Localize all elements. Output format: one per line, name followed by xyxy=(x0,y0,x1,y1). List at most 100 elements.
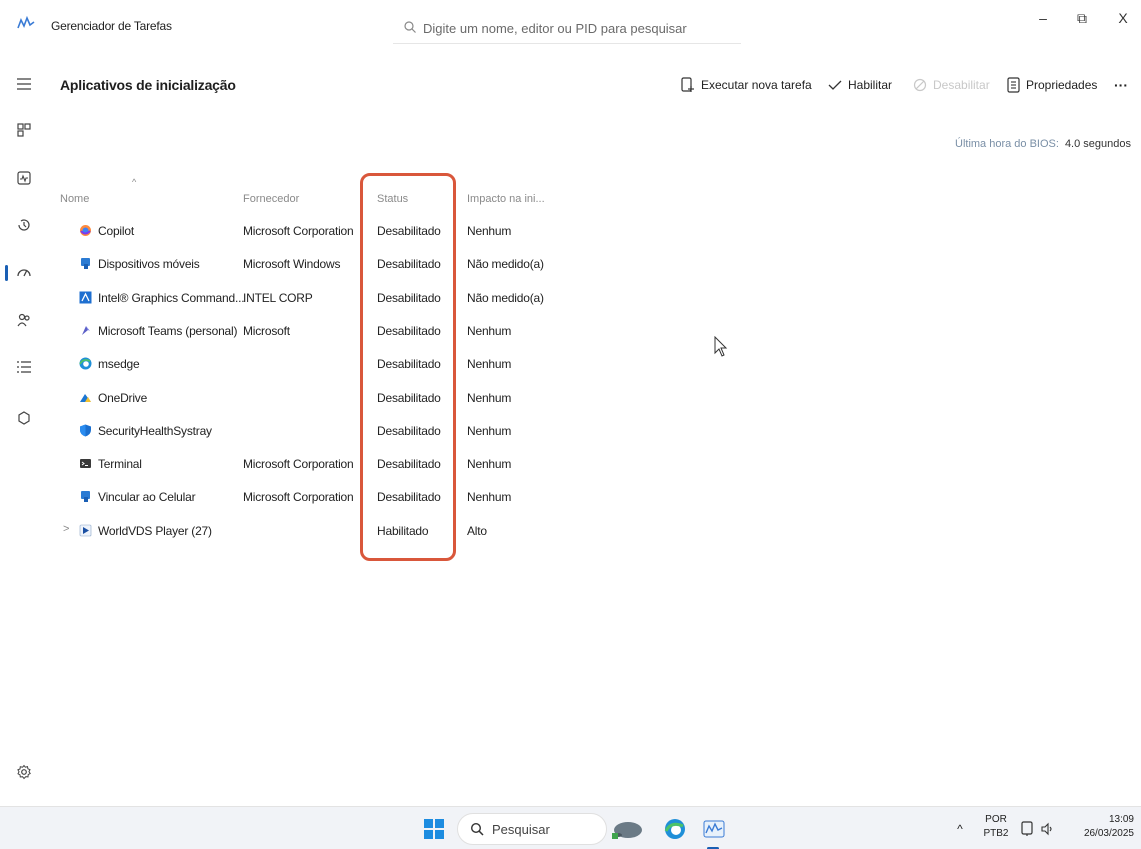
app-name: Copilot xyxy=(98,224,134,238)
close-button[interactable]: X xyxy=(1103,6,1141,30)
app-name: SecurityHealthSystray xyxy=(98,423,212,438)
hamburger-icon xyxy=(17,78,31,90)
taskbar: Pesquisar ^ POR PTB2 13:09 26/03/2025 xyxy=(0,806,1141,849)
app-startup-impact: Nenhum xyxy=(467,423,512,438)
teams-icon xyxy=(79,324,92,337)
table-row[interactable]: msedge Desabilitado Nenhum xyxy=(48,348,568,381)
column-header-impact[interactable]: Impacto na ini... xyxy=(467,193,545,205)
table-row[interactable]: Microsoft Teams (personal) Microsoft Desab… xyxy=(48,315,568,348)
app-publisher: INTEL CORP xyxy=(243,290,313,305)
search-icon xyxy=(470,822,484,836)
table-row[interactable]: Terminal Microsoft Corporation Desabilitad… xyxy=(48,448,568,481)
disable-button[interactable]: Desabilitar xyxy=(913,72,990,98)
edge-taskbar-button[interactable] xyxy=(660,814,690,844)
table-row[interactable]: Copilot Microsoft Corporation Desabilitado… xyxy=(48,215,568,248)
app-startup-impact: Nenhum xyxy=(467,357,512,372)
app-name: Vincular ao Celular xyxy=(98,490,196,505)
expand-chevron-icon[interactable]: > xyxy=(63,523,69,535)
minimize-button[interactable]: – xyxy=(1023,6,1063,30)
disable-circle-icon xyxy=(913,78,927,92)
run-new-task-button[interactable]: Executar nova tarefa xyxy=(681,72,812,98)
app-startup-impact: Não medido(a) xyxy=(467,290,544,305)
process-search-box[interactable] xyxy=(393,12,741,44)
app-name: Dispositivos móveis xyxy=(98,257,200,272)
app-name: Terminal xyxy=(98,457,142,472)
table-row[interactable]: Intel® Graphics Command... INTEL CORP Desa… xyxy=(48,282,568,315)
play-icon xyxy=(79,524,92,537)
security-shield-icon xyxy=(79,424,92,437)
app-name: Intel® Graphics Command... xyxy=(98,290,245,305)
mouse-cursor-icon xyxy=(714,336,728,357)
widgets-button[interactable] xyxy=(608,814,648,844)
column-header-name[interactable]: Nome xyxy=(60,193,89,205)
more-options-button[interactable]: ··· xyxy=(1114,72,1128,98)
clock[interactable]: 13:09 26/03/2025 xyxy=(1068,813,1134,841)
bios-time-value: 4.0 segundos xyxy=(1064,138,1131,150)
nav-users[interactable] xyxy=(10,306,38,334)
nav-processes[interactable] xyxy=(10,116,38,144)
properties-button[interactable]: Propriedades xyxy=(1007,72,1097,98)
app-startup-impact: Nenhum xyxy=(467,390,512,405)
nav-performance[interactable] xyxy=(10,164,38,192)
hamburger-menu-button[interactable] xyxy=(10,70,38,98)
language-bottom: PTB2 xyxy=(983,828,1009,839)
network-volume-tray[interactable] xyxy=(1018,814,1056,844)
intel-graphics-icon xyxy=(79,291,92,304)
nav-app-history[interactable] xyxy=(10,211,38,239)
app-startup-impact: Não medido(a) xyxy=(467,257,544,272)
table-row[interactable]: OneDrive Desabilitado Nenhum xyxy=(48,382,568,415)
show-hidden-icons-button[interactable]: ^ xyxy=(952,814,968,844)
startup-gauge-icon xyxy=(17,269,31,277)
copilot-icon xyxy=(79,224,92,237)
checkmark-icon xyxy=(828,80,842,90)
app-startup-impact: Alto xyxy=(467,523,487,538)
details-list-icon xyxy=(17,361,31,373)
disable-label: Desabilitar xyxy=(933,78,990,92)
performance-monitor-icon xyxy=(17,171,31,185)
table-row[interactable]: > WorldVDS Player (27) Habilitado Alto xyxy=(48,515,568,548)
terminal-icon xyxy=(79,457,92,470)
sort-ascending-icon: ^ xyxy=(132,177,137,187)
windows-logo-icon xyxy=(424,819,444,839)
language-indicator[interactable]: POR PTB2 xyxy=(981,813,1011,841)
app-startup-impact: Nenhum xyxy=(467,224,512,238)
nav-startup-apps[interactable] xyxy=(10,259,38,287)
table-row[interactable]: SecurityHealthSystray Desabilitado Nenhum xyxy=(48,415,568,448)
task-manager-app-icon xyxy=(17,16,35,29)
nav-details[interactable] xyxy=(10,353,38,381)
phone-link-icon xyxy=(79,257,92,270)
taskbar-search[interactable]: Pesquisar xyxy=(457,813,607,845)
window-title: Gerenciador de Tarefas xyxy=(51,19,172,33)
title-bar: Gerenciador de Tarefas – ⧉ X xyxy=(0,0,1141,52)
table-row[interactable]: Dispositivos móveis Microsoft Windows Desa… xyxy=(48,248,568,281)
column-header-publisher[interactable]: Fornecedor xyxy=(243,193,299,205)
nav-services[interactable] xyxy=(10,404,38,432)
new-task-icon xyxy=(681,77,694,92)
users-icon xyxy=(17,313,30,327)
table-row[interactable]: Vincular ao Celular Microsoft Corporation… xyxy=(48,481,568,514)
history-icon xyxy=(18,219,30,231)
search-input[interactable] xyxy=(423,16,733,40)
restore-button[interactable]: ⧉ xyxy=(1062,6,1102,30)
minimize-icon: – xyxy=(1039,10,1047,26)
clock-time: 13:09 xyxy=(1108,814,1134,825)
bios-time: Última hora do BIOS: 4.0 segundos xyxy=(955,138,1131,150)
app-startup-impact: Nenhum xyxy=(467,323,512,338)
app-name: Microsoft Teams (personal) xyxy=(98,323,238,338)
edge-icon xyxy=(79,357,92,370)
restore-icon: ⧉ xyxy=(1077,9,1087,26)
enable-button[interactable]: Habilitar xyxy=(828,72,892,98)
chevron-up-icon: ^ xyxy=(957,822,963,836)
app-startup-impact: Nenhum xyxy=(467,490,512,505)
volume-icon xyxy=(1041,822,1052,836)
task-manager-taskbar-button[interactable] xyxy=(700,814,728,844)
start-button[interactable] xyxy=(420,814,448,844)
phone-link-icon xyxy=(79,490,92,503)
app-name: OneDrive xyxy=(98,390,148,405)
nav-settings[interactable] xyxy=(10,758,38,786)
page-title: Aplicativos de inicialização xyxy=(60,77,236,93)
close-icon: X xyxy=(1118,10,1128,26)
phone-network-icon xyxy=(1021,821,1033,836)
app-publisher: Microsoft Corporation xyxy=(243,490,354,505)
manatee-widget-icon xyxy=(612,822,642,839)
